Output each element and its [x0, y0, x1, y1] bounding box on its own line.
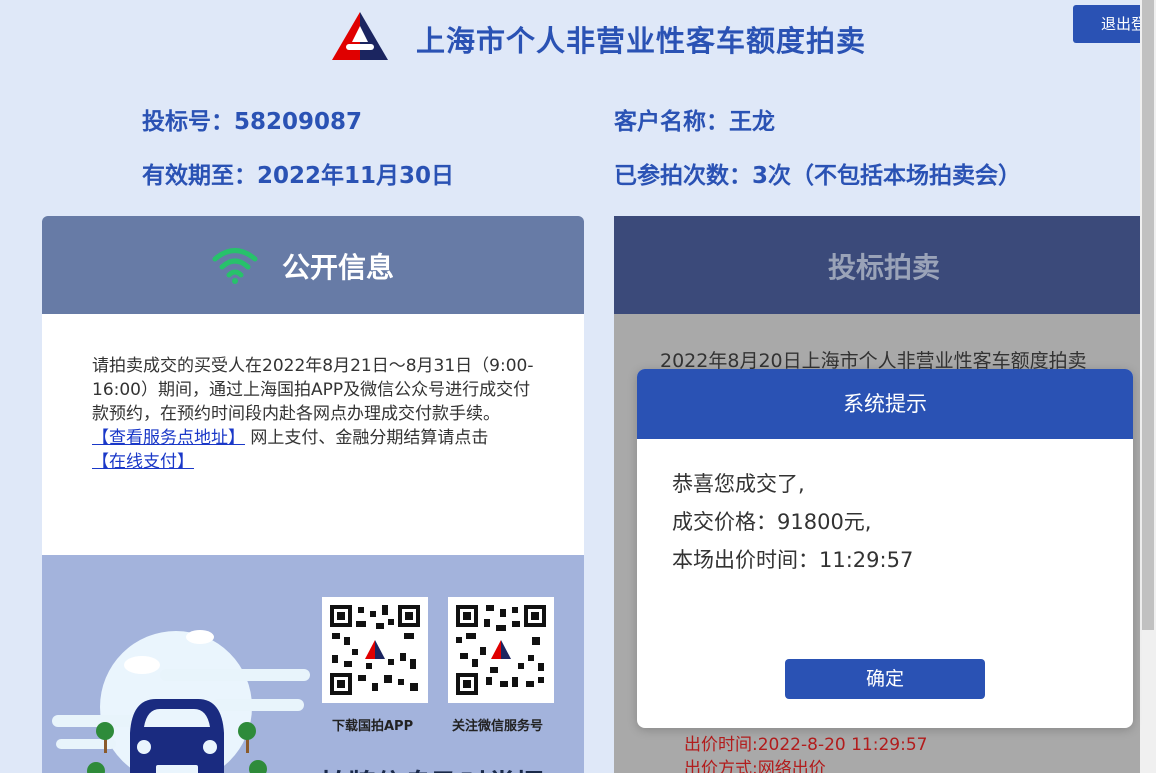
- public-info-title: 公开信息: [282, 251, 395, 284]
- service-address-link[interactable]: 【查看服务点地址】: [92, 428, 245, 448]
- wechat-qr-code: [448, 597, 554, 703]
- public-info-panel: 公开信息 请拍卖成交的买受人在2022年8月21日～8月31日（9:00-16:…: [42, 216, 584, 773]
- public-info-header: 公开信息: [42, 216, 584, 314]
- promo-heading: 拍牌信息及时掌握: [320, 763, 544, 773]
- valid-until: 有效期至：2022年11月30日: [142, 163, 455, 189]
- bid-time: 出价时间:2022-8-20 11:29:57: [684, 735, 928, 755]
- online-payment-link[interactable]: 【在线支付】: [92, 452, 194, 472]
- dialog-bid-time: 本场出价时间：11:29:57: [672, 548, 914, 572]
- promo-area: 下载国拍APP 关注微信服务号: [42, 555, 584, 773]
- bid-method: 出价方式:网络出价: [684, 759, 826, 773]
- dialog-success-text: 恭喜您成交了,: [672, 472, 805, 496]
- app-qr-code: [322, 597, 428, 703]
- site-title: 上海市个人非营业性客车额度拍卖: [416, 24, 867, 58]
- auction-logo: [332, 12, 388, 60]
- system-prompt-dialog: 系统提示 恭喜您成交了, 成交价格：91800元, 本场出价时间：11:29:5…: [637, 369, 1133, 728]
- dialog-deal-price: 成交价格：91800元,: [672, 510, 872, 534]
- page-scrollbar[interactable]: [1140, 0, 1156, 773]
- auction-title-heading: 投标拍卖: [828, 251, 941, 284]
- app-qr-caption: 下载国拍APP: [332, 719, 414, 734]
- car-illustration-icon: [52, 630, 310, 773]
- notice-text: 请拍卖成交的买受人在2022年8月21日～8月31日（9:00-16:00）期间…: [92, 356, 534, 424]
- confirm-button[interactable]: 确定: [785, 659, 985, 699]
- wifi-icon: [212, 248, 258, 284]
- scrollbar-thumb[interactable]: [1142, 0, 1154, 630]
- dialog-title: 系统提示: [637, 369, 1133, 439]
- page-header: 上海市个人非营业性客车额度拍卖 退出登: [0, 0, 1156, 80]
- dialog-body: 恭喜您成交了, 成交价格：91800元, 本场出价时间：11:29:57: [637, 439, 1133, 579]
- auction-header: 投标拍卖: [614, 216, 1144, 314]
- bid-number: 投标号：58209087: [142, 109, 363, 135]
- participation-count: 已参拍次数：3次（不包括本场拍卖会）: [614, 163, 1022, 189]
- payment-text: 网上支付、金融分期结算请点击: [245, 428, 489, 448]
- wechat-qr-caption: 关注微信服务号: [452, 719, 544, 734]
- customer-name: 客户名称：王龙: [614, 109, 775, 135]
- notice-box: 请拍卖成交的买受人在2022年8月21日～8月31日（9:00-16:00）期间…: [42, 314, 584, 555]
